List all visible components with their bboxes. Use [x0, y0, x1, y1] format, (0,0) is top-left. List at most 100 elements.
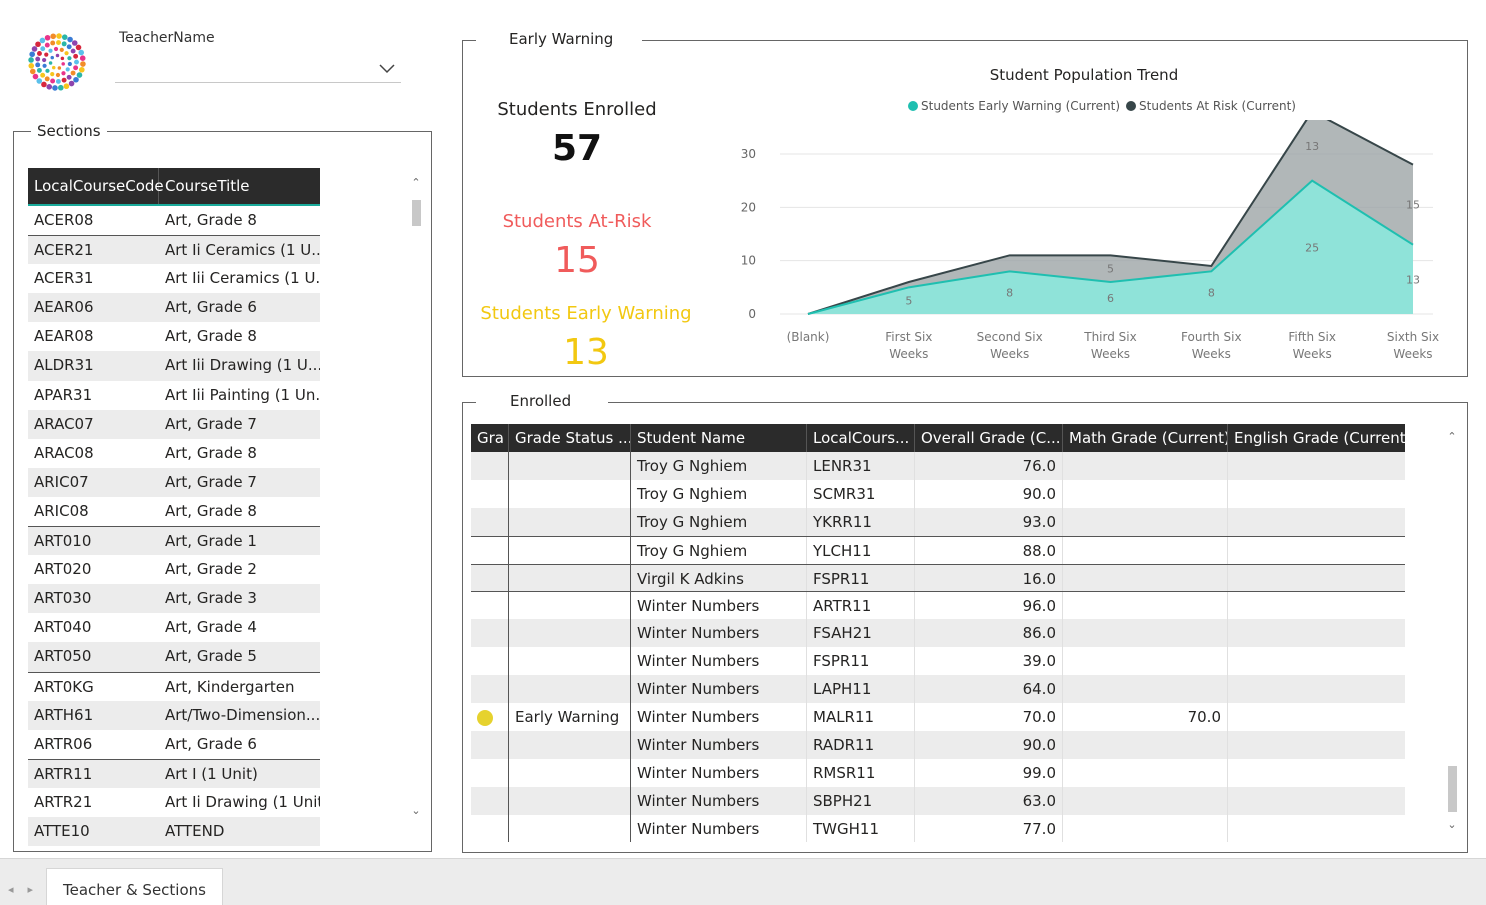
cell-coursetitle: Art, Grade 5	[165, 647, 257, 666]
logo-dot	[66, 74, 72, 80]
logo-dot	[40, 46, 46, 52]
table-row[interactable]: Winter Numbers FSPR11 39.0	[471, 647, 1405, 676]
column-header-english-grade[interactable]: English Grade (Current)	[1228, 424, 1405, 452]
page-nav-arrows-icon[interactable]: ◂▸	[8, 883, 47, 896]
logo-dot	[73, 76, 79, 83]
table-row[interactable]: ARTR06 Art, Grade 6	[28, 730, 320, 759]
table-row[interactable]: ARTH61 Art/Two-Dimension...	[28, 700, 320, 730]
cell-coursetitle: Art I (1 Unit)	[165, 764, 258, 783]
table-row[interactable]: Troy G Nghiem YLCH11 88.0	[471, 535, 1405, 564]
cell-grade-indicator	[471, 786, 509, 815]
table-row[interactable]: ARTR21 Art Ii Drawing (1 Unit)	[28, 788, 320, 817]
table-row[interactable]: AEAR08 Art, Grade 8	[28, 322, 320, 351]
logo-dot	[39, 37, 46, 44]
column-header-grade-status[interactable]: Grade Status ...	[509, 424, 631, 452]
logo-dot	[40, 72, 46, 78]
data-label-at-risk: 13	[1305, 140, 1319, 153]
table-row[interactable]: ACER08 Art, Grade 8	[28, 206, 320, 235]
sections-scrollbar[interactable]: ⌃ ⌄	[411, 176, 421, 824]
cell-grade-indicator	[471, 592, 509, 620]
table-row[interactable]: Troy G Nghiem YKRR11 93.0	[471, 507, 1405, 536]
data-label-early-warning: 8	[1006, 287, 1013, 300]
scroll-thumb[interactable]	[1448, 766, 1457, 812]
table-row[interactable]: ARAC07 Art, Grade 7	[28, 409, 320, 439]
cell-grade-indicator	[471, 479, 509, 508]
cell-localcourse: RMSR11	[807, 758, 915, 787]
column-header-localcoursecode[interactable]: LocalCourseCode	[28, 168, 164, 204]
data-label-early-warning: 5	[905, 295, 912, 308]
table-row[interactable]: Winter Numbers LAPH11 64.0	[471, 675, 1405, 704]
cell-overall-grade: 39.0	[915, 647, 1063, 676]
logo-dot	[31, 46, 38, 52]
table-row[interactable]: Early Warning Winter Numbers MALR11 70.0 70.…	[471, 703, 1405, 731]
table-row[interactable]: Troy G Nghiem LENR31 76.0	[471, 452, 1405, 480]
column-header-overall-grade[interactable]: Overall Grade (C...	[915, 424, 1063, 452]
logo-dot	[61, 34, 68, 40]
table-row[interactable]: ART020 Art, Grade 2	[28, 555, 320, 584]
logo-dot	[66, 44, 72, 50]
cell-student-name: Winter Numbers	[631, 647, 807, 676]
table-row[interactable]: ARIC07 Art, Grade 7	[28, 467, 320, 497]
legend-item-at-risk[interactable]: Students At Risk (Current)	[1126, 99, 1296, 113]
column-header-localcourse[interactable]: LocalCours...	[807, 424, 915, 452]
logo-dot	[61, 71, 66, 76]
table-row[interactable]: Winter Numbers RMSR11 99.0	[471, 758, 1405, 787]
logo-dot	[42, 57, 47, 63]
enrolled-scrollbar[interactable]: ⌃ ⌄	[1447, 430, 1457, 838]
population-trend-chart: 0 10 20 30 5 8 6 8 25 13 5 13 15 (Blank) First Six Week…	[741, 120, 1439, 361]
cell-overall-grade: 64.0	[915, 675, 1063, 704]
logo-dot	[63, 83, 70, 90]
column-header-gra[interactable]: Gra	[471, 424, 509, 452]
scroll-up-icon[interactable]: ⌃	[1447, 430, 1457, 443]
scroll-up-icon[interactable]: ⌃	[411, 176, 421, 189]
x-tick-label: Fifth Six	[1288, 330, 1336, 344]
cell-localcoursecode: APAR31	[34, 385, 93, 404]
teacher-slicer-label: TeacherName	[119, 30, 215, 46]
cell-grade-indicator	[471, 758, 509, 787]
teacher-slicer-dropdown[interactable]	[115, 55, 401, 83]
cell-overall-grade: 90.0	[915, 730, 1063, 759]
cell-grade-indicator	[471, 730, 509, 759]
table-row[interactable]: ARTR11 Art I (1 Unit)	[28, 758, 320, 788]
cell-overall-grade: 93.0	[915, 507, 1063, 536]
table-row[interactable]: ATTE10 ATTEND	[28, 816, 320, 847]
tab-teacher-sections[interactable]: Teacher & Sections	[46, 868, 223, 905]
scroll-down-icon[interactable]: ⌄	[1447, 818, 1457, 831]
cell-grade-status	[509, 758, 631, 787]
table-row[interactable]: Winter Numbers FSAH21 86.0	[471, 619, 1405, 648]
table-row[interactable]: ARAC08 Art, Grade 8	[28, 439, 320, 468]
table-row[interactable]: Winter Numbers ARTR11 96.0	[471, 591, 1405, 620]
sections-table: LocalCourseCode CourseTitle ACER08 Art, G…	[28, 168, 320, 847]
table-row[interactable]: ACER31 Art Iii Ceramics (1 U...	[28, 264, 320, 293]
table-row[interactable]: ART040 Art, Grade 4	[28, 613, 320, 642]
x-tick-label: Third Six	[1083, 330, 1136, 344]
cell-english-grade	[1228, 537, 1405, 564]
table-row[interactable]: Winter Numbers RADR11 90.0	[471, 730, 1405, 759]
table-row[interactable]: ALDR31 Art Iii Drawing (1 U...	[28, 351, 320, 381]
column-header-math-grade[interactable]: Math Grade (Current)	[1063, 424, 1228, 452]
table-row[interactable]: ART030 Art, Grade 3	[28, 584, 320, 614]
scroll-down-icon[interactable]: ⌄	[411, 804, 421, 817]
table-row[interactable]: ART010 Art, Grade 1	[28, 526, 320, 556]
logo-dot	[64, 51, 69, 56]
cell-math-grade	[1063, 564, 1228, 592]
table-row[interactable]: Troy G Nghiem SCMR31 90.0	[471, 479, 1405, 508]
table-row[interactable]: ART050 Art, Grade 5	[28, 642, 320, 672]
column-header-coursetitle[interactable]: CourseTitle	[159, 168, 320, 204]
table-row[interactable]: Virgil K Adkins FSPR11 16.0	[471, 563, 1405, 592]
column-header-student-name[interactable]: Student Name	[631, 424, 807, 452]
cell-grade-status	[509, 619, 631, 648]
table-row[interactable]: ACER21 Art Ii Ceramics (1 U...	[28, 235, 320, 265]
scroll-thumb[interactable]	[412, 200, 421, 226]
cell-coursetitle: Art, Grade 6	[165, 298, 257, 317]
table-row[interactable]: ART0KG Art, Kindergarten	[28, 671, 320, 701]
table-row[interactable]: APAR31 Art Iii Painting (1 Un...	[28, 381, 320, 410]
cell-overall-grade: 16.0	[915, 564, 1063, 592]
logo-dot	[71, 40, 78, 46]
legend-item-early-warning[interactable]: Students Early Warning (Current)	[908, 99, 1120, 113]
table-row[interactable]: AEAR06 Art, Grade 6	[28, 293, 320, 323]
table-row[interactable]: ARIC08 Art, Grade 8	[28, 497, 320, 526]
table-row[interactable]: Winter Numbers SBPH21 63.0	[471, 786, 1405, 815]
table-row[interactable]: Winter Numbers TWGH11 77.0	[471, 814, 1405, 843]
logo-dot	[70, 70, 76, 76]
